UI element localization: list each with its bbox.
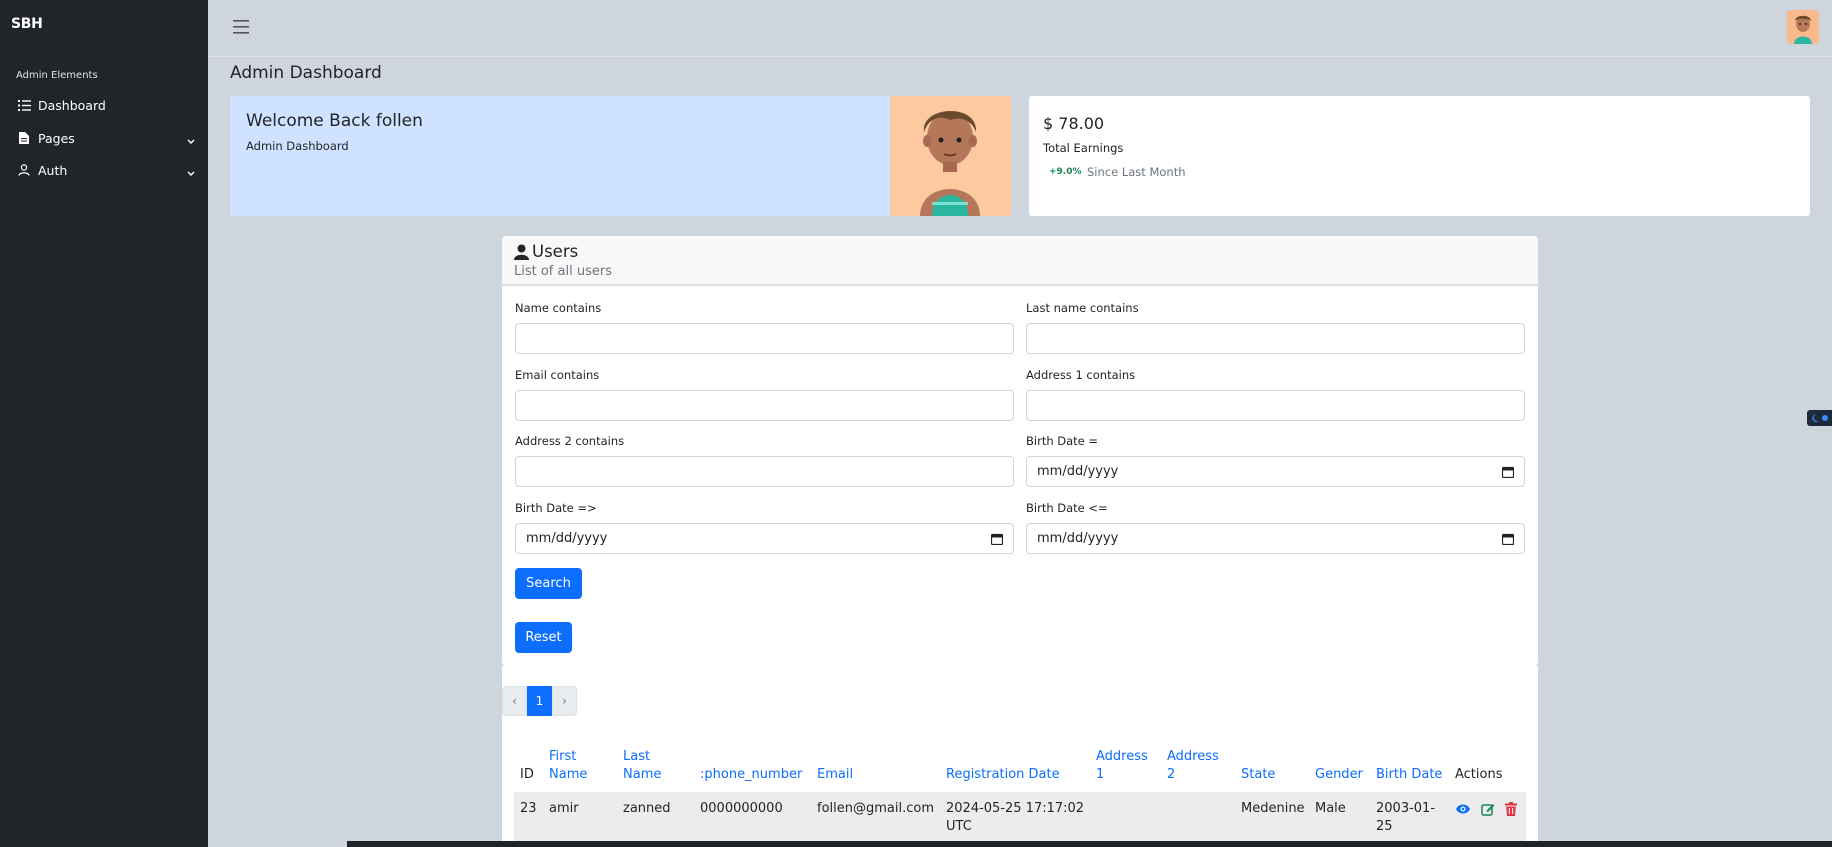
cell-first-name: amir <box>549 801 579 816</box>
birthdate-gte-input[interactable]: mm/dd/yyyy <box>515 523 1014 554</box>
cell-registration: 2024-05-25 17:17:02 UTC <box>946 801 1085 834</box>
column-header-id: ID <box>520 767 534 782</box>
user-avatar[interactable] <box>1787 10 1819 44</box>
sidebar-item-label: Pages <box>38 130 75 146</box>
user-solid-icon <box>514 244 530 260</box>
pagination: ‹ 1 › <box>502 686 577 716</box>
earnings-amount: $ 78.00 <box>1043 114 1105 133</box>
lastname-filter-label: Last name contains <box>1026 301 1139 315</box>
date-placeholder: mm/dd/yyyy <box>526 531 608 546</box>
cell-state: Medenine <box>1241 801 1305 816</box>
table-row: 23 amir zanned 0000000000 follen@gmail.c… <box>514 792 1526 847</box>
sidebar-item-label: Auth <box>38 162 68 178</box>
column-header-birth-date[interactable]: Birth Date <box>1376 766 1442 784</box>
welcome-title: Welcome Back follen <box>246 111 423 131</box>
page-title: Admin Dashboard <box>230 63 382 83</box>
brand-logo[interactable]: SBH <box>11 16 43 32</box>
pagination-page-1[interactable]: 1 <box>527 686 552 716</box>
sidebar-heading: Admin Elements <box>16 70 98 81</box>
edit-icon[interactable] <box>1481 802 1497 818</box>
lastname-filter-input[interactable] <box>1026 323 1525 354</box>
welcome-card: Welcome Back follen Admin Dashboard <box>230 96 1011 216</box>
earnings-label: Total Earnings <box>1043 141 1124 155</box>
avatar-illustration <box>890 96 1011 216</box>
calendar-icon[interactable] <box>990 533 1004 545</box>
sidebar-item-auth[interactable]: Auth <box>17 157 195 183</box>
name-filter-label: Name contains <box>515 301 602 315</box>
birthdate-eq-input[interactable]: mm/dd/yyyy <box>1026 456 1525 487</box>
calendar-icon[interactable] <box>1501 533 1515 545</box>
users-card: Users List of all users Name contains La… <box>502 236 1538 666</box>
cell-id: 23 <box>520 801 537 816</box>
list-icon <box>17 98 31 112</box>
date-placeholder: mm/dd/yyyy <box>1037 464 1119 479</box>
birthdate-lte-label: Birth Date <= <box>1026 501 1108 515</box>
column-header-last-name[interactable]: Last Name <box>623 748 661 784</box>
user-icon <box>17 163 31 177</box>
address1-filter-input[interactable] <box>1026 390 1525 421</box>
cell-last-name: zanned <box>623 801 671 816</box>
address2-filter-input[interactable] <box>515 456 1014 487</box>
email-filter-input[interactable] <box>515 390 1014 421</box>
welcome-subtitle: Admin Dashboard <box>246 139 349 153</box>
sidebar-item-dashboard[interactable]: Dashboard <box>17 92 195 118</box>
earnings-card: $ 78.00 Total Earnings +9.0% Since Last … <box>1029 96 1810 216</box>
column-header-address1[interactable]: Address 1 <box>1096 748 1148 784</box>
pagination-next-button[interactable]: › <box>552 686 577 716</box>
birthdate-gte-label: Birth Date => <box>515 501 597 515</box>
calendar-icon[interactable] <box>1501 466 1515 478</box>
users-title-text: Users <box>532 242 579 261</box>
column-header-phone[interactable]: :phone_number <box>700 766 802 784</box>
users-title: Users <box>514 242 578 261</box>
sidebar-item-label: Dashboard <box>38 97 106 113</box>
address2-filter-label: Address 2 contains <box>515 434 625 448</box>
chevron-down-icon <box>187 133 195 148</box>
earnings-since-text: Since Last Month <box>1087 165 1186 179</box>
theme-toggle-icon[interactable] <box>1807 410 1832 426</box>
email-filter-label: Email contains <box>515 368 600 382</box>
sidebar: SBH Admin Elements Dashboard Pages Auth <box>0 0 208 847</box>
chevron-down-icon <box>187 165 195 180</box>
column-header-gender[interactable]: Gender <box>1315 766 1363 784</box>
reset-button[interactable]: Reset <box>515 622 572 653</box>
search-button[interactable]: Search <box>515 568 582 599</box>
cell-email: follen@gmail.com <box>817 801 934 816</box>
column-header-email[interactable]: Email <box>817 766 853 784</box>
cell-birth-date: 2003-01- 25 <box>1376 801 1436 834</box>
column-header-address2[interactable]: Address 2 <box>1167 748 1219 784</box>
birthdate-eq-label: Birth Date = <box>1026 434 1099 448</box>
earnings-change-badge: +9.0% <box>1049 167 1082 177</box>
delete-trash-icon[interactable] <box>1505 802 1521 818</box>
column-header-first-name[interactable]: First Name <box>549 748 587 784</box>
column-header-state[interactable]: State <box>1241 766 1275 784</box>
address1-filter-label: Address 1 contains <box>1026 368 1136 382</box>
top-navbar <box>208 0 1832 57</box>
pagination-prev-button[interactable]: ‹ <box>502 686 527 716</box>
sidebar-item-pages[interactable]: Pages <box>17 125 195 151</box>
hamburger-menu-icon[interactable] <box>233 19 251 35</box>
cell-phone: 0000000000 <box>700 801 783 816</box>
column-header-registration[interactable]: Registration Date <box>946 766 1060 784</box>
name-filter-input[interactable] <box>515 323 1014 354</box>
users-card-header: Users List of all users <box>502 236 1538 286</box>
users-subtitle: List of all users <box>514 264 612 279</box>
cell-gender: Male <box>1315 801 1346 816</box>
users-table: ID First Name Last Name :phone_number Em… <box>502 666 1538 847</box>
file-icon <box>17 131 31 145</box>
view-eye-icon[interactable] <box>1455 802 1471 818</box>
birthdate-lte-input[interactable]: mm/dd/yyyy <box>1026 523 1525 554</box>
horizontal-scrollbar[interactable] <box>347 841 1832 847</box>
column-header-actions: Actions <box>1455 767 1503 782</box>
date-placeholder: mm/dd/yyyy <box>1037 531 1119 546</box>
